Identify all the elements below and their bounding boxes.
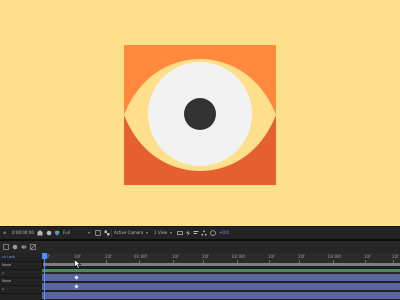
pixel-aspect-icon[interactable] [177, 230, 183, 236]
timeline-panel: 00f 10f 20f 01:00f 10f 20f 02:00f 10f 20… [0, 239, 400, 300]
comp-mini-flowchart-icon[interactable] [3, 244, 9, 250]
ruler-label: 20f [392, 254, 399, 259]
layer-name: ll [2, 271, 4, 275]
work-area-track[interactable] [42, 263, 400, 266]
mouse-pointer-icon [74, 259, 82, 269]
layer-track[interactable] [42, 274, 400, 281]
draft-3d-icon[interactable] [12, 244, 18, 250]
timecode[interactable]: 0:00:00:00 [12, 227, 34, 239]
flowchart-icon[interactable] [201, 230, 207, 236]
camera-view-select[interactable]: Active Camera [114, 227, 143, 239]
view-layout-dropdown-icon[interactable] [170, 232, 172, 234]
ruler-label: 02:00f [232, 254, 245, 259]
eye-illustration [124, 45, 276, 185]
region-of-interest-icon[interactable] [95, 230, 101, 236]
exposure-reset-icon[interactable] [210, 230, 216, 236]
ruler-label: 10f [172, 254, 179, 259]
ruler-label: 01:00f [134, 254, 147, 259]
resolution-dropdown-icon[interactable] [88, 232, 90, 234]
layer-name: None [2, 279, 12, 283]
time-ruler[interactable]: 00f 10f 20f 01:00f 10f 20f 02:00f 10f 20… [42, 253, 400, 263]
color-channel-icon[interactable] [54, 230, 60, 236]
ruler-label: 03:00f [328, 254, 341, 259]
layer-duration-bar[interactable] [42, 269, 400, 272]
magnification-icon[interactable]: ⊕ [3, 227, 6, 239]
resolution-select[interactable]: Full [63, 227, 70, 239]
exposure-value[interactable]: +0.0 [219, 227, 229, 239]
ruler-label: 20f [298, 254, 305, 259]
motion-blur-icon[interactable] [21, 244, 27, 250]
layer-panel: ck Lock None ll None ll [0, 253, 43, 300]
composition-viewer[interactable] [0, 0, 400, 226]
snapshot-camera-icon[interactable] [37, 230, 43, 236]
pupil [184, 98, 216, 130]
ruler-label: 20f [105, 254, 112, 259]
layer-row[interactable]: ll [0, 285, 42, 294]
layer-track[interactable] [42, 283, 400, 290]
playhead[interactable] [44, 253, 45, 300]
layer-duration-bar[interactable] [42, 274, 400, 281]
layer-name: ll [2, 287, 4, 291]
ruler-label: 20f [202, 254, 209, 259]
view-layout-select[interactable]: 1 View [154, 227, 167, 239]
viewer-toolbar: ⊕ 0:00:00:00 Full Active Camera 1 View +… [0, 226, 400, 239]
layer-name: None [2, 263, 12, 267]
ruler-label: 10f [268, 254, 275, 259]
toolbar-separator [111, 229, 112, 237]
transparency-grid-icon[interactable] [104, 230, 110, 236]
work-area-bar[interactable] [42, 263, 400, 266]
layer-duration-bar[interactable] [42, 283, 400, 290]
camera-dropdown-icon[interactable] [146, 232, 148, 234]
layer-name: ck Lock [2, 255, 16, 259]
ruler-label: 10f [364, 254, 371, 259]
graph-editor-icon[interactable] [30, 244, 36, 250]
timeline-icon[interactable] [193, 230, 199, 236]
timeline-toolbar [0, 241, 400, 253]
show-snapshot-icon[interactable] [46, 230, 52, 236]
fast-preview-icon[interactable] [185, 230, 191, 236]
